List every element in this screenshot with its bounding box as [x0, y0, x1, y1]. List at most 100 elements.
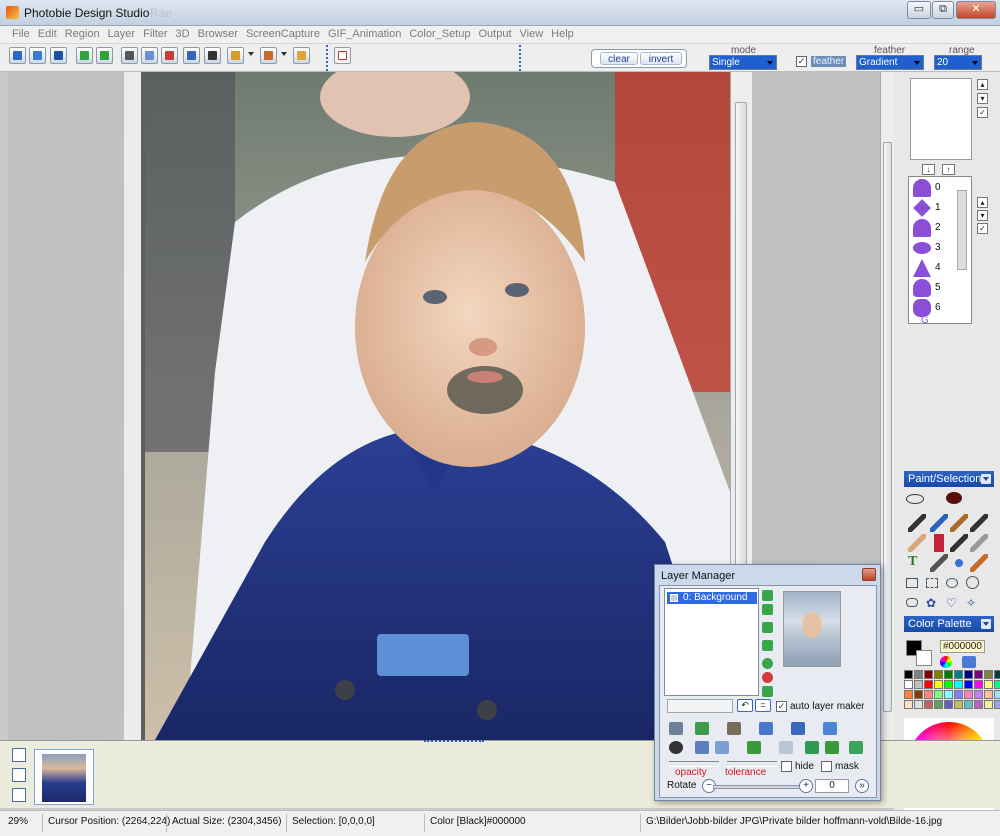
color-swatch[interactable]	[934, 670, 943, 679]
list-item[interactable]: G	[911, 317, 971, 325]
layer-move-icon[interactable]	[762, 604, 773, 615]
pencil-icon[interactable]	[908, 514, 926, 532]
rotate-plus-button[interactable]: +	[799, 779, 813, 793]
copy-icon[interactable]	[141, 47, 158, 64]
crop-layer-icon[interactable]	[727, 722, 741, 735]
magic-wand-icon[interactable]: ✧	[966, 596, 984, 614]
select-layer-icon[interactable]	[695, 741, 709, 754]
workspace-scrollbar[interactable]	[880, 72, 894, 740]
rotate-slider[interactable]	[713, 785, 803, 789]
mode-select[interactable]: Single	[709, 55, 777, 70]
color-swatch[interactable]	[914, 670, 923, 679]
layer-visibility-icon[interactable]	[670, 594, 678, 602]
color-swatch[interactable]	[934, 690, 943, 699]
color-swatch[interactable]	[944, 680, 953, 689]
menu-help[interactable]: Help	[547, 26, 578, 40]
check-icon[interactable]: ✓	[977, 107, 988, 118]
menu-3d[interactable]: 3D	[172, 26, 194, 40]
color-swatch[interactable]	[954, 680, 963, 689]
color-swatch-icon[interactable]	[334, 47, 351, 64]
save-icon[interactable]	[50, 47, 67, 64]
cut-icon[interactable]	[161, 47, 178, 64]
image-thumbnail[interactable]	[34, 749, 94, 805]
color-swatch[interactable]	[994, 680, 1000, 689]
scroll-up-icon[interactable]: ▴	[977, 79, 988, 90]
rounded-select-icon[interactable]	[906, 598, 918, 607]
text-tool-icon[interactable]: T	[908, 554, 926, 572]
color-swatch[interactable]	[974, 700, 983, 709]
minimize-button[interactable]: ▭	[907, 1, 931, 19]
ellipse-tool-icon[interactable]	[906, 494, 924, 504]
color-swatch[interactable]	[984, 680, 993, 689]
scroll-down-icon[interactable]: ▾	[977, 210, 988, 221]
arrow-down-icon[interactable]: ↓	[922, 164, 935, 175]
feather-select[interactable]: Gradient	[856, 55, 924, 70]
color-swatch[interactable]	[914, 700, 923, 709]
color-swatch[interactable]	[994, 690, 1000, 699]
image-canvas[interactable]	[145, 72, 730, 740]
filter-layer-icon[interactable]	[805, 741, 819, 754]
ellipse-select-icon[interactable]	[946, 578, 958, 588]
layer-down-all-icon[interactable]	[762, 640, 773, 651]
color-picker-icon[interactable]	[940, 656, 952, 668]
restore-button[interactable]: ⧉	[932, 1, 954, 19]
arrow-up-icon[interactable]: ↑	[942, 164, 955, 175]
clear-button[interactable]: clear	[600, 52, 638, 65]
capture-icon[interactable]	[260, 47, 277, 64]
color-swatch[interactable]	[964, 680, 973, 689]
confirm-layer-icon[interactable]	[762, 686, 773, 697]
chevron-down-icon[interactable]	[981, 474, 991, 484]
eraser-icon[interactable]	[970, 554, 988, 572]
export-layer-icon[interactable]	[825, 741, 839, 754]
marker-icon[interactable]	[950, 514, 968, 532]
color-palette-header[interactable]: Color Palette	[904, 616, 994, 632]
color-swatch[interactable]	[904, 690, 913, 699]
color-swatch[interactable]	[984, 700, 993, 709]
menu-edit[interactable]: Edit	[34, 26, 61, 40]
color-swatch[interactable]	[914, 680, 923, 689]
paint-selection-header[interactable]: Paint/Selection	[904, 471, 994, 487]
menu-output[interactable]: Output	[474, 26, 515, 40]
grid-icon[interactable]	[715, 741, 729, 754]
new-icon[interactable]	[9, 47, 26, 64]
color-swatch[interactable]	[924, 700, 933, 709]
rect-select-icon[interactable]	[906, 578, 918, 588]
hide-checkbox[interactable]	[781, 761, 792, 772]
color-swatch[interactable]	[944, 700, 953, 709]
split-view-icon[interactable]	[12, 748, 26, 762]
stamp-icon[interactable]	[950, 554, 968, 572]
palette-menu-icon[interactable]	[962, 656, 976, 668]
auto-layer-checkbox[interactable]: ✓	[776, 701, 787, 712]
color-swatch[interactable]	[994, 670, 1000, 679]
feather-checkbox[interactable]: ✓	[796, 56, 807, 67]
color-swatch[interactable]	[964, 700, 973, 709]
list-item[interactable]: 6	[911, 298, 971, 318]
color-swatch[interactable]	[954, 690, 963, 699]
check-icon[interactable]: ✓	[977, 223, 988, 234]
color-swatch[interactable]	[944, 670, 953, 679]
circle-select-icon[interactable]	[966, 576, 979, 589]
smudge-icon[interactable]	[908, 534, 926, 552]
layer-name-field[interactable]	[667, 699, 733, 713]
menu-file[interactable]: File	[0, 26, 34, 40]
adjust-icon[interactable]	[779, 741, 793, 754]
color-swatch[interactable]	[974, 670, 983, 679]
close-button[interactable]: ✕	[956, 1, 996, 19]
paste-layer-icon[interactable]	[791, 722, 805, 735]
paste-icon[interactable]	[183, 47, 200, 64]
color-swatch[interactable]	[984, 670, 993, 679]
zoom-dropdown-icon[interactable]	[248, 52, 254, 56]
rotate-apply-icon[interactable]: »	[855, 779, 869, 793]
range-select[interactable]: 20	[934, 55, 982, 70]
color-swatch[interactable]	[924, 690, 933, 699]
rotate-value-field[interactable]: 0	[815, 779, 849, 793]
color-swatch[interactable]	[964, 690, 973, 699]
background-color[interactable]	[916, 650, 932, 666]
color-swatch[interactable]	[934, 680, 943, 689]
merge-icon[interactable]	[695, 722, 709, 735]
color-swatch[interactable]	[994, 700, 1000, 709]
color-swatch[interactable]	[904, 700, 913, 709]
scroll-up-icon[interactable]: ▴	[977, 197, 988, 208]
color-swatch[interactable]	[974, 680, 983, 689]
color-swatch[interactable]	[904, 670, 913, 679]
